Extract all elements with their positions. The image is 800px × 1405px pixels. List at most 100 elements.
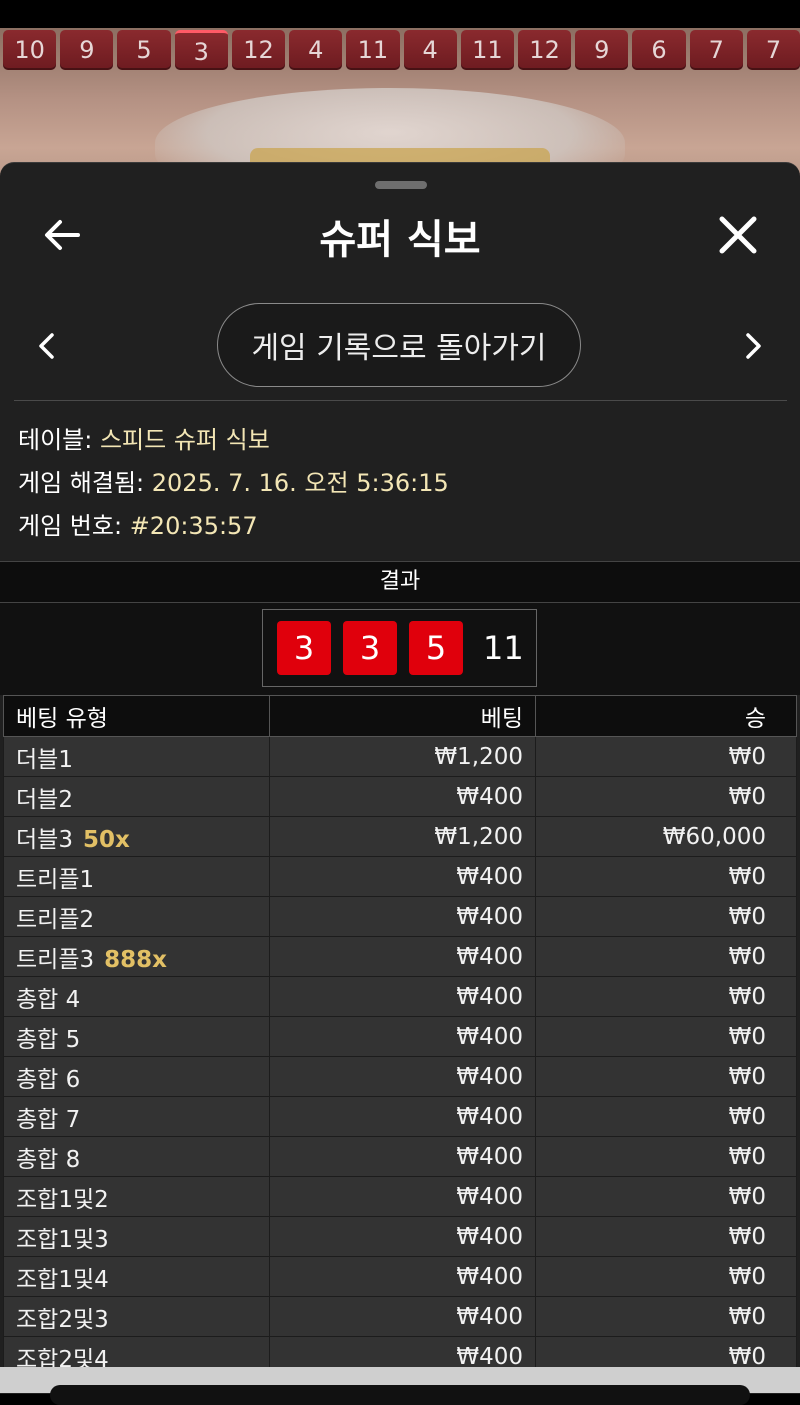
bet-amount-cell: ₩400 — [269, 1216, 536, 1257]
history-chip: 7 — [746, 30, 800, 70]
bet-type-cell: 총합 5 — [3, 1016, 270, 1057]
multiplier-badge: 50x — [82, 826, 130, 853]
bet-type-label: 총합 6 — [16, 1066, 81, 1093]
bet-type-cell: 총합 7 — [3, 1096, 270, 1137]
result-header: 결과 — [0, 561, 800, 603]
table-row: 조합1및3 ₩400 ₩0 — [3, 1216, 797, 1257]
drag-handle[interactable] — [375, 181, 427, 189]
history-chip: 4 — [289, 30, 343, 70]
table-label: 테이블: — [18, 426, 93, 454]
table-row: 총합 5 ₩400 ₩0 — [3, 1016, 797, 1057]
game-number-label: 게임 번호: — [18, 512, 123, 540]
chevron-right-icon[interactable] — [736, 329, 770, 363]
table-row: 트리플3 888x ₩400 ₩0 — [3, 936, 797, 977]
history-chip: 11 — [460, 30, 514, 70]
history-chip: 10 — [3, 30, 57, 70]
table-row: 조합1및4 ₩400 ₩0 — [3, 1256, 797, 1297]
history-chip: 5 — [117, 30, 171, 70]
win-amount-cell: ₩0 — [535, 1216, 797, 1257]
bet-type-label: 트리플2 — [16, 906, 95, 933]
result-row: 3 3 5 11 — [0, 603, 800, 695]
table-row: 트리플1 ₩400 ₩0 — [3, 856, 797, 897]
table-row: 총합 4 ₩400 ₩0 — [3, 976, 797, 1017]
bet-type-label: 조합1및3 — [16, 1226, 109, 1253]
result-history-strip: 10 9 5 3 12 4 11 4 11 12 9 6 7 7 — [3, 30, 800, 70]
bet-amount-cell: ₩400 — [269, 1096, 536, 1137]
table-row: 더블3 50x ₩1,200 ₩60,000 — [3, 816, 797, 857]
bet-type-label: 총합 7 — [16, 1106, 81, 1133]
status-bar — [0, 0, 800, 28]
bet-type-label: 트리플1 — [16, 866, 95, 893]
bet-type-label: 더블2 — [16, 786, 73, 813]
win-amount-cell: ₩0 — [535, 896, 797, 937]
bet-type-cell: 총합 8 — [3, 1136, 270, 1177]
history-chip: 6 — [632, 30, 686, 70]
result-total: 11 — [483, 629, 524, 667]
win-amount-cell: ₩0 — [535, 776, 797, 817]
win-amount-cell: ₩0 — [535, 736, 797, 777]
table-row: 더블1 ₩1,200 ₩0 — [3, 736, 797, 777]
bet-type-label: 더블1 — [16, 746, 73, 773]
bet-amount-cell: ₩400 — [269, 1056, 536, 1097]
table-header-row: 베팅 유형 베팅 승 — [3, 695, 797, 737]
table-value: 스피드 슈퍼 식보 — [99, 426, 270, 454]
die-3: 5 — [409, 621, 463, 675]
win-amount-cell: ₩0 — [535, 1136, 797, 1177]
history-chip: 4 — [403, 30, 457, 70]
history-chip: 3 — [174, 30, 228, 70]
die-2: 3 — [343, 621, 397, 675]
bet-type-cell: 트리플3 888x — [3, 936, 270, 977]
bet-amount-cell: ₩400 — [269, 976, 536, 1017]
bet-amount-cell: ₩400 — [269, 1016, 536, 1057]
bet-amount-cell: ₩400 — [269, 1296, 536, 1337]
column-header-bet-type: 베팅 유형 — [3, 695, 270, 737]
multiplier-badge: 888x — [104, 946, 167, 973]
bet-amount-cell: ₩400 — [269, 1136, 536, 1177]
bet-amount-cell: ₩400 — [269, 1256, 536, 1297]
game-number-value: #20:35:57 — [129, 512, 258, 540]
table-row: 트리플2 ₩400 ₩0 — [3, 896, 797, 937]
chevron-left-icon[interactable] — [30, 329, 64, 363]
game-number-row: 게임 번호: #20:35:57 — [18, 505, 788, 548]
win-amount-cell: ₩0 — [535, 936, 797, 977]
page-title: 슈퍼 식보 — [319, 217, 481, 263]
bet-type-label: 조합1및2 — [16, 1186, 109, 1213]
divider — [14, 400, 787, 401]
win-amount-cell: ₩0 — [535, 1256, 797, 1297]
table-row: 더블2 ₩400 ₩0 — [3, 776, 797, 817]
table-row: 총합 7 ₩400 ₩0 — [3, 1096, 797, 1137]
bet-amount-cell: ₩1,200 — [269, 816, 536, 857]
bet-type-cell: 조합1및2 — [3, 1176, 270, 1217]
column-header-bet: 베팅 — [269, 695, 536, 737]
history-chip: 12 — [231, 30, 286, 70]
bet-amount-cell: ₩400 — [269, 1176, 536, 1217]
bet-amount-cell: ₩400 — [269, 776, 536, 817]
bet-type-label: 조합2및3 — [16, 1306, 109, 1333]
history-chip: 7 — [689, 30, 743, 70]
table-row: 조합2및3 ₩400 ₩0 — [3, 1296, 797, 1337]
table-row: 조합1및2 ₩400 ₩0 — [3, 1176, 797, 1217]
bet-type-label: 총합 8 — [16, 1146, 81, 1173]
game-detail-panel: 슈퍼 식보 게임 기록으로 돌아가기 테이블: 스피드 슈퍼 식보 게임 해결됨… — [0, 162, 800, 1394]
resolved-info-row: 게임 해결됨: 2025. 7. 16. 오전 5:36:15 — [18, 462, 788, 505]
back-to-history-button[interactable]: 게임 기록으로 돌아가기 — [217, 303, 581, 387]
bet-type-label: 더블3 — [16, 826, 73, 853]
die-1: 3 — [277, 621, 331, 675]
bets-table: 베팅 유형 베팅 승 더블1 ₩1,200 ₩0 더블2 ₩400 ₩0 더블3 50x ₩1,… — [3, 695, 797, 1377]
bet-type-label: 트리플3 — [16, 946, 95, 973]
win-amount-cell: ₩0 — [535, 1096, 797, 1137]
game-info: 테이블: 스피드 슈퍼 식보 게임 해결됨: 2025. 7. 16. 오전 5… — [18, 419, 788, 548]
bet-amount-cell: ₩400 — [269, 856, 536, 897]
panel-header: 슈퍼 식보 — [0, 203, 800, 267]
bet-type-cell: 조합1및4 — [3, 1256, 270, 1297]
win-amount-cell: ₩0 — [535, 1296, 797, 1337]
win-amount-cell: ₩0 — [535, 856, 797, 897]
win-amount-cell: ₩0 — [535, 1016, 797, 1057]
table-row: 총합 6 ₩400 ₩0 — [3, 1056, 797, 1097]
game-navigation: 게임 기록으로 돌아가기 — [0, 303, 800, 389]
bet-type-cell: 총합 6 — [3, 1056, 270, 1097]
history-chip: 11 — [346, 30, 400, 70]
win-amount-cell: ₩60,000 — [535, 816, 797, 857]
close-icon[interactable] — [716, 213, 760, 257]
bet-type-cell: 조합1및3 — [3, 1216, 270, 1257]
